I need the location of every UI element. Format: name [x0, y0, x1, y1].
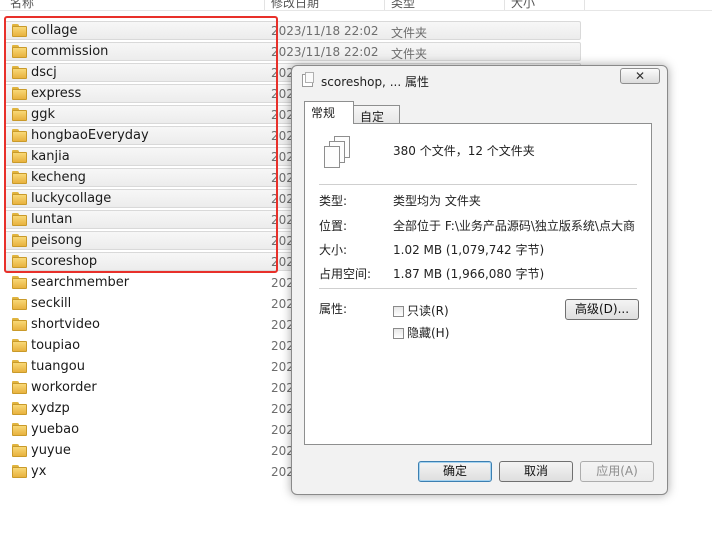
folder-icon	[12, 423, 27, 436]
column-separator[interactable]	[384, 0, 385, 10]
file-name: yuyue	[31, 443, 71, 458]
hidden-option[interactable]: 隐藏(H)	[393, 324, 449, 341]
file-name: yuebao	[31, 422, 80, 437]
files-icon	[302, 72, 314, 87]
file-name: workorder	[31, 380, 97, 395]
file-type: 文件夹	[391, 26, 428, 40]
folder-icon	[12, 360, 27, 373]
file-name: xydzp	[31, 401, 70, 416]
multiple-files-icon	[324, 136, 354, 172]
size-value: 1.02 MB (1,079,742 字节)	[393, 243, 545, 257]
divider	[319, 288, 637, 289]
column-date[interactable]: 修改日期	[271, 0, 319, 11]
summary-text: 380 个文件，12 个文件夹	[393, 144, 535, 158]
folder-icon	[12, 297, 27, 310]
tab-general[interactable]: 常规	[304, 101, 354, 124]
column-size[interactable]: 大小	[511, 0, 535, 11]
readonly-label: 只读(R)	[407, 304, 449, 318]
size-label: 大小:	[319, 243, 348, 257]
readonly-option[interactable]: 只读(R)	[393, 302, 449, 319]
file-name: shortvideo	[31, 317, 100, 332]
disk-size-label: 占用空间:	[319, 267, 372, 281]
file-name: seckill	[31, 296, 72, 311]
general-tab-panel: 380 个文件，12 个文件夹 类型: 类型均为 文件夹 位置: 全部位于 F:…	[304, 123, 652, 445]
file-type: 文件夹	[391, 47, 428, 61]
file-date: 2023/11/18 22:02	[271, 24, 379, 38]
folder-icon	[12, 381, 27, 394]
file-date: 2023/11/18 22:02	[271, 45, 379, 59]
close-button[interactable]: ✕	[620, 68, 660, 84]
location-label: 位置:	[319, 219, 348, 233]
file-name: yx	[31, 464, 47, 479]
folder-icon	[12, 444, 27, 457]
folder-icon	[12, 276, 27, 289]
apply-button[interactable]: 应用(A)	[580, 461, 654, 482]
hidden-checkbox[interactable]	[393, 328, 404, 339]
properties-dialog: scoreshop, ... 属性 ✕ 常规 自定义 380 个文件，12 个文…	[291, 65, 668, 495]
folder-icon	[12, 465, 27, 478]
column-type[interactable]: 类型	[391, 0, 415, 11]
column-header: 名称 修改日期 类型 大小	[0, 0, 712, 11]
column-separator[interactable]	[504, 0, 505, 10]
advanced-button[interactable]: 高级(D)...	[565, 299, 639, 320]
column-separator[interactable]	[584, 0, 585, 10]
hidden-label: 隐藏(H)	[407, 326, 450, 340]
type-value: 类型均为 文件夹	[393, 194, 481, 208]
ok-button[interactable]: 确定	[418, 461, 492, 482]
file-name: tuangou	[31, 359, 85, 374]
dialog-titlebar[interactable]: scoreshop, ... 属性 ✕	[292, 66, 667, 93]
folder-icon	[12, 402, 27, 415]
column-name[interactable]: 名称	[10, 0, 34, 11]
location-value: 全部位于 F:\业务产品源码\独立版系统\点大商	[393, 219, 635, 233]
file-name: toupiao	[31, 338, 81, 353]
disk-size-value: 1.87 MB (1,966,080 字节)	[393, 267, 545, 281]
divider	[319, 184, 637, 185]
cancel-button[interactable]: 取消	[499, 461, 573, 482]
type-label: 类型:	[319, 194, 348, 208]
file-name: searchmember	[31, 275, 130, 290]
column-separator[interactable]	[264, 0, 265, 10]
folder-icon	[12, 318, 27, 331]
folder-icon	[12, 339, 27, 352]
attributes-label: 属性:	[319, 302, 348, 316]
dialog-title: scoreshop, ... 属性	[321, 75, 429, 89]
selection-highlight-box	[4, 16, 278, 273]
readonly-checkbox[interactable]	[393, 306, 404, 317]
